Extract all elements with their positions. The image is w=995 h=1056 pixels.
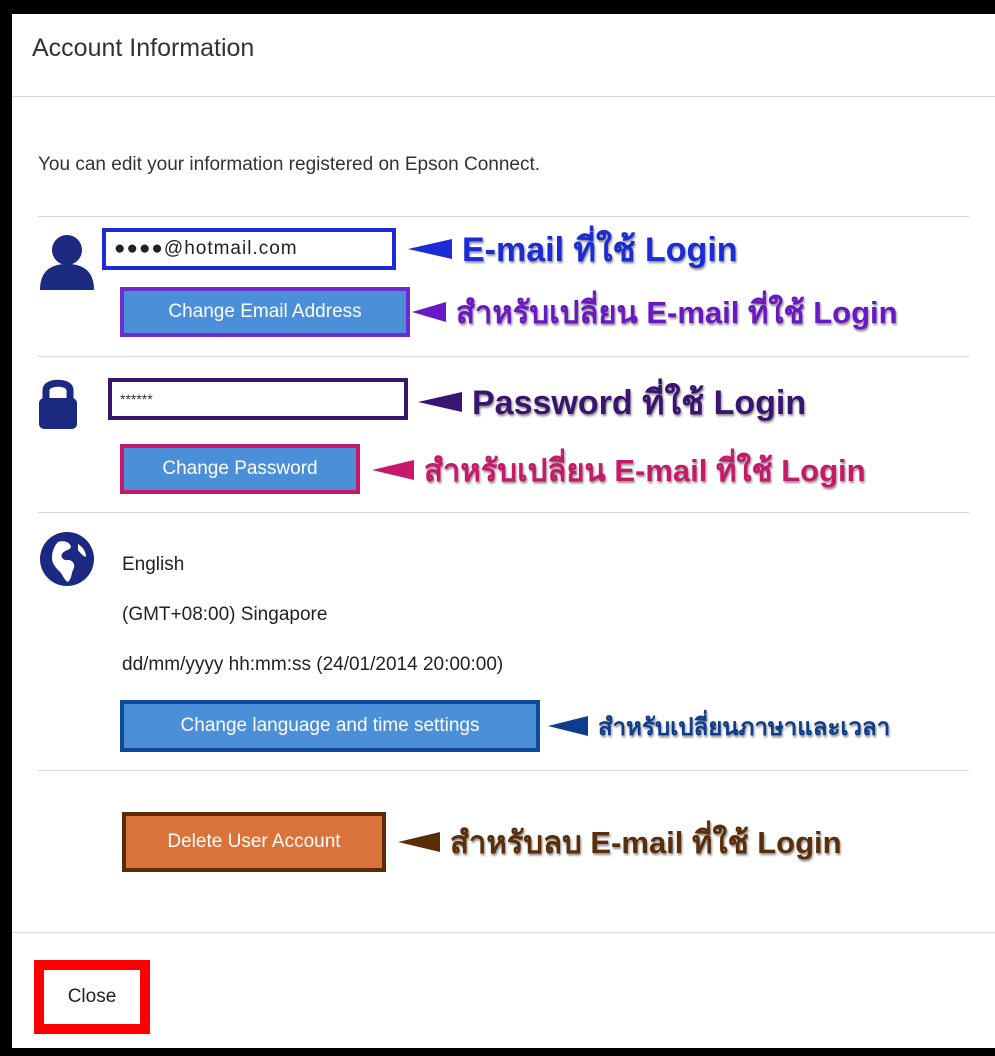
email-value: ●●●●@hotmail.com: [114, 238, 298, 259]
change-email-button[interactable]: Change Email Address: [120, 287, 410, 337]
language-value: English: [122, 554, 185, 575]
password-annotation-text: Password ที่ใช้ Login: [472, 384, 807, 422]
email-annotation-text: E-mail ที่ใช้ Login: [462, 231, 738, 269]
change-password-button[interactable]: Change Password: [120, 444, 360, 494]
timezone-value: (GMT+08:00) Singapore: [122, 604, 328, 625]
account-information-dialog: Account Information You can edit your in…: [12, 14, 995, 1048]
delete-user-account-button[interactable]: Delete User Account: [122, 812, 386, 872]
close-button[interactable]: Close: [50, 976, 134, 1018]
lock-icon: [39, 379, 77, 429]
delete-account-annotation: สำหรับลบ E-mail ที่ใช้ Login: [398, 820, 842, 864]
footer-divider: [12, 932, 995, 933]
user-icon: [40, 235, 94, 290]
arrow-left-icon: [418, 392, 462, 412]
change-email-annotation-text: สำหรับเปลี่ยน E-mail ที่ใช้ Login: [456, 295, 898, 330]
change-language-time-annotation: สำหรับเปลี่ยนภาษาและเวลา: [548, 707, 890, 745]
password-annotation: Password ที่ใช้ Login: [418, 380, 806, 424]
arrow-left-icon: [548, 716, 588, 736]
intro-text: You can edit your information registered…: [38, 154, 541, 175]
change-language-time-button[interactable]: Change language and time settings: [120, 700, 540, 752]
section-divider: [38, 356, 969, 357]
datetime-format-value: dd/mm/yyyy hh:mm:ss (24/01/2014 20:00:00…: [122, 654, 504, 675]
password-field[interactable]: ******: [108, 378, 408, 420]
change-password-annotation: สำหรับเปลี่ยน E-mail ที่ใช้ Login: [372, 450, 866, 490]
change-language-time-annotation-text: สำหรับเปลี่ยนภาษาและเวลา: [598, 713, 891, 741]
globe-icon: [40, 532, 94, 586]
dialog-title: Account Information: [32, 34, 255, 62]
arrow-left-icon: [398, 832, 440, 852]
arrow-left-icon: [372, 460, 414, 480]
section-divider: [38, 216, 969, 217]
email-annotation: E-mail ที่ใช้ Login: [408, 228, 738, 270]
email-field[interactable]: ●●●●@hotmail.com: [102, 228, 396, 270]
title-divider: [12, 96, 995, 97]
change-password-annotation-text: สำหรับเปลี่ยน E-mail ที่ใช้ Login: [424, 453, 866, 488]
arrow-left-icon: [408, 239, 452, 259]
password-value: ******: [120, 391, 153, 407]
change-email-annotation: สำหรับเปลี่ยน E-mail ที่ใช้ Login: [412, 292, 898, 332]
delete-account-annotation-text: สำหรับลบ E-mail ที่ใช้ Login: [450, 825, 842, 860]
section-divider: [38, 512, 969, 513]
section-divider: [38, 770, 969, 771]
arrow-left-icon: [412, 302, 446, 322]
close-button-highlight: Close: [34, 960, 150, 1034]
